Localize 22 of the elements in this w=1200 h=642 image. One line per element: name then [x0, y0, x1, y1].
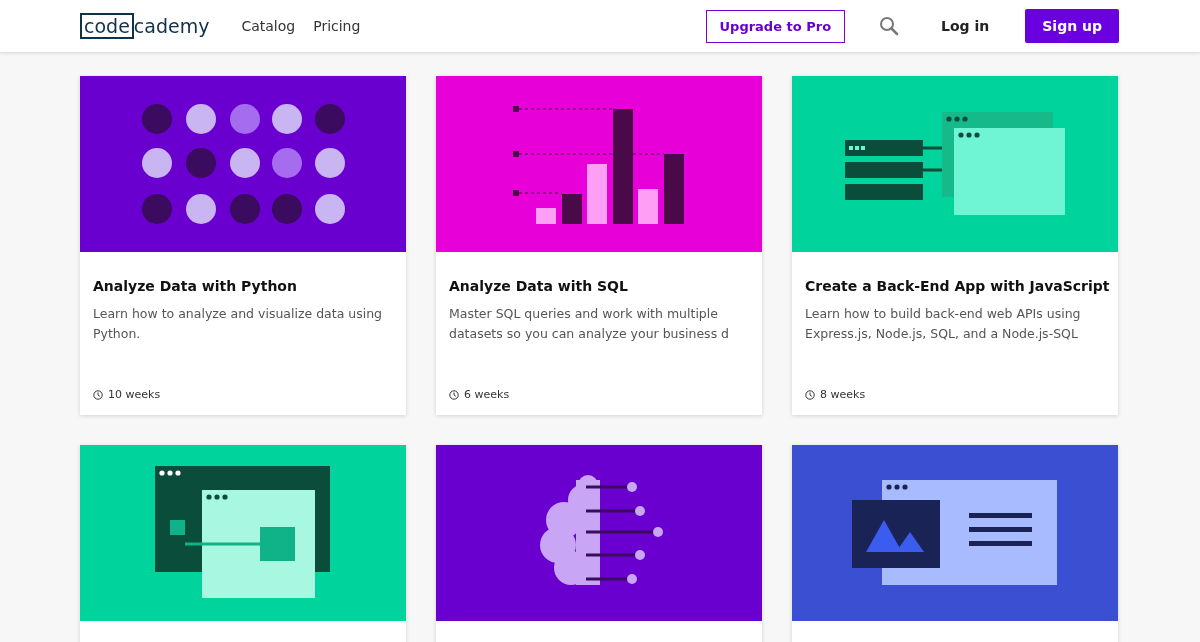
course-title: Analyze Data with SQL: [449, 278, 629, 294]
login-link[interactable]: Log in: [941, 18, 990, 34]
course-card[interactable]: Analyze Data with Python Learn how to analyze and visualize data using Python. 10 weeks: [80, 76, 406, 415]
course-description: Master SQL queries and work with multiple datasets so you can analyze your business d: [449, 305, 731, 343]
logo-boxed-text[interactable]: code: [80, 13, 134, 39]
duration-text: 6 weeks: [464, 388, 510, 401]
clock-icon: [805, 389, 815, 400]
upgrade-button[interactable]: Upgrade to Pro: [705, 9, 846, 43]
signup-button[interactable]: Sign up: [1025, 9, 1119, 43]
course-card[interactable]: Analyze Data with SQL Master SQL queries and work with multiple datasets so you can analyze your business d 6 weeks: [436, 76, 762, 415]
clock-icon: [449, 389, 459, 400]
course-description: Learn how to analyze and visualize data using Python.: [93, 305, 384, 343]
nav-link[interactable]: Catalog: [241, 14, 296, 38]
course-card[interactable]: Create a Back-End App with JavaScript Learn how to build back-end web APIs using Express.js, Node.js, SQL, and a Node.js-SQL 8 weeks: [792, 76, 1118, 415]
nav-link[interactable]: Pricing: [313, 14, 361, 38]
course-title: Analyze Data with Python: [93, 278, 298, 294]
duration-text: 8 weeks: [820, 388, 866, 401]
search-icon[interactable]: [879, 16, 900, 36]
duration-text: 10 weeks: [108, 388, 161, 401]
course-description: Learn how to build back-end web APIs using Express.js, Node.js, SQL, and a Node.js-SQL: [805, 305, 1082, 343]
logo-text[interactable]: cademy: [133, 15, 210, 37]
clock-icon: [93, 389, 103, 400]
